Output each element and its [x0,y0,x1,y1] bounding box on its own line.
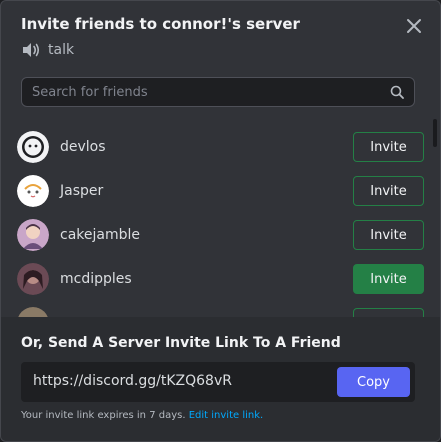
search-input[interactable] [32,84,390,100]
channel-info: talk [21,41,74,59]
avatar [17,175,49,207]
footer-title: Or, Send A Server Invite Link To A Frien… [21,335,341,351]
list-item: Jasper Invite [1,169,433,213]
invite-button[interactable]: Invite [353,176,424,206]
list-item: mcdipples Invite [1,257,433,301]
invite-button[interactable]: Invite [353,220,424,250]
invite-link-section: Or, Send A Server Invite Link To A Frien… [1,317,440,441]
expiry-text: Your invite link expires in 7 days. [21,410,186,421]
friend-name: cakejamble [60,227,140,243]
close-button[interactable] [402,14,426,38]
friend-name: devlos [60,139,106,155]
friend-name: mcdipples [60,271,132,287]
edit-invite-link[interactable]: Edit invite link. [189,410,263,421]
search-icon [390,85,404,99]
expiry-note: Your invite link expires in 7 days. Edit… [21,410,263,421]
search-box[interactable] [21,77,415,107]
channel-name: talk [48,42,75,58]
friend-name: Jasper [60,183,104,199]
avatar [17,131,49,163]
scrollbar[interactable] [433,119,437,147]
friends-list: devlos Invite Jasper Invite cakejamble I… [1,121,433,317]
list-item [1,301,433,317]
modal-title: Invite friends to connor!'s server [21,15,300,33]
avatar [17,263,49,295]
invite-button[interactable] [353,308,424,317]
speaker-icon [23,43,40,57]
copy-button[interactable]: Copy [337,367,410,397]
avatar [17,219,49,251]
list-item: devlos Invite [1,125,433,169]
invite-modal: Invite friends to connor!'s server talk [0,0,441,442]
invite-button[interactable]: Invite [353,264,424,294]
invite-link[interactable]: https://discord.gg/tKZQ68vR [33,373,232,389]
avatar [17,307,49,317]
invite-link-box: https://discord.gg/tKZQ68vR Copy [21,362,415,402]
invite-button[interactable]: Invite [353,132,424,162]
close-icon [407,19,421,33]
list-item: cakejamble Invite [1,213,433,257]
